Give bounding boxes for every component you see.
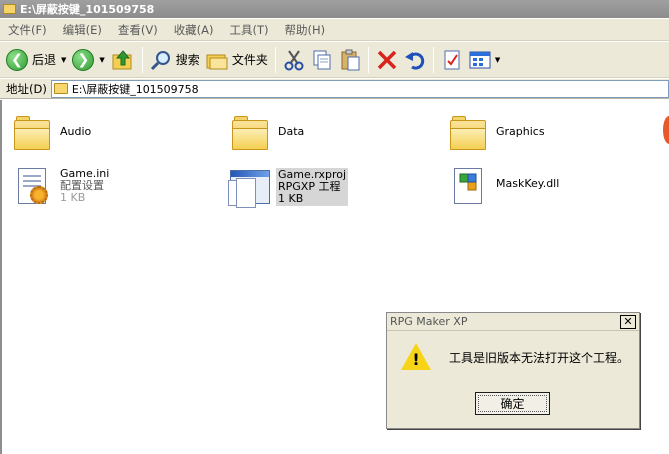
cut-icon — [284, 49, 304, 70]
list-item[interactable]: Game.ini 配置设置 1 KB — [10, 164, 109, 208]
dialog-body: ! 工具是旧版本无法打开这个工程。 — [387, 331, 639, 371]
settings-file-icon — [10, 164, 54, 208]
chevron-down-icon[interactable]: ▼ — [61, 56, 66, 64]
copy-button[interactable] — [308, 45, 336, 75]
folders-icon — [206, 54, 228, 69]
close-icon: ✕ — [623, 315, 633, 328]
file-name: Graphics — [496, 125, 545, 138]
file-size: 1 KB — [60, 191, 86, 204]
cut-button[interactable] — [280, 45, 308, 75]
folder-icon — [53, 83, 68, 94]
dialog-message: 工具是旧版本无法打开这个工程。 — [449, 350, 630, 365]
warning-icon: ! — [401, 343, 431, 371]
address-value: E:\屏蔽按键_101509758 — [71, 82, 199, 96]
folder-icon — [3, 4, 16, 14]
dialog-titlebar[interactable]: RPG Maker XP ✕ — [387, 313, 639, 331]
list-item[interactable]: Data — [228, 112, 304, 156]
address-label: 地址(D) — [6, 81, 47, 96]
list-item[interactable]: Graphics — [446, 112, 545, 156]
window-titlebar[interactable]: E:\屏蔽按键_101509758 — [0, 0, 669, 18]
folder-icon — [228, 112, 272, 156]
folder-icon — [10, 112, 54, 156]
views-button[interactable]: ▼ — [466, 45, 503, 75]
dialog-title: RPG Maker XP — [390, 315, 468, 328]
menu-edit[interactable]: 编辑(E) — [55, 20, 110, 40]
properties-button[interactable] — [438, 45, 466, 75]
toolbar-separator — [274, 46, 276, 73]
puzzle-icon — [459, 173, 477, 191]
back-label: 后退 — [32, 53, 57, 67]
error-dialog: RPG Maker XP ✕ ! 工具是旧版本无法打开这个工程。 确定 — [386, 312, 640, 429]
back-icon: ❮ — [6, 48, 28, 71]
copy-icon — [313, 50, 331, 69]
toolbar-separator — [432, 46, 434, 73]
views-icon — [469, 51, 491, 68]
menu-file[interactable]: 文件(F) — [0, 20, 55, 40]
ok-button[interactable]: 确定 — [475, 392, 550, 415]
partial-file-icon[interactable] — [663, 116, 669, 144]
forward-icon: ❯ — [72, 48, 95, 71]
window-title: E:\屏蔽按键_101509758 — [20, 3, 155, 16]
menu-view[interactable]: 查看(V) — [110, 20, 166, 40]
menu-tools[interactable]: 工具(T) — [222, 20, 277, 40]
chevron-down-icon[interactable]: ▼ — [495, 56, 500, 64]
properties-icon — [444, 50, 460, 69]
paste-button[interactable] — [336, 45, 364, 75]
paste-icon — [341, 49, 360, 70]
search-button[interactable]: 搜索 — [147, 45, 203, 75]
address-input[interactable]: E:\屏蔽按键_101509758 — [50, 79, 669, 98]
dll-file-icon — [446, 164, 490, 208]
file-name: Data — [278, 125, 305, 138]
project-file-icon — [226, 164, 270, 208]
search-icon — [150, 50, 170, 70]
back-button[interactable]: ❮ 后退 ▼ — [3, 45, 69, 75]
up-button[interactable] — [108, 45, 138, 75]
menu-help[interactable]: 帮助(H) — [277, 20, 334, 40]
file-name: Audio — [60, 125, 92, 138]
search-label: 搜索 — [175, 53, 200, 67]
undo-icon — [404, 51, 425, 70]
file-size: 1 KB — [278, 192, 304, 205]
menu-favorites[interactable]: 收藏(A) — [166, 20, 222, 40]
address-bar: 地址(D) E:\屏蔽按键_101509758 — [0, 79, 669, 99]
folder-icon — [446, 112, 490, 156]
forward-button[interactable]: ❯ ▼ — [69, 45, 107, 75]
undo-button[interactable] — [401, 45, 429, 75]
toolbar-separator — [141, 46, 143, 73]
toolbar-separator — [367, 46, 369, 73]
menu-bar: 文件(F) 编辑(E) 查看(V) 收藏(A) 工具(T) 帮助(H) — [0, 19, 669, 41]
folders-label: 文件夹 — [231, 53, 268, 67]
chevron-down-icon[interactable]: ▼ — [99, 56, 104, 64]
list-item[interactable]: Game.rxproj RPGXP 工程 1 KB — [226, 164, 349, 208]
close-button[interactable]: ✕ — [620, 314, 636, 329]
toolbar: ❮ 后退 ▼ ❯ ▼ 搜索 文件夹 ▼ — [0, 42, 669, 78]
file-name: MaskKey.dll — [496, 177, 560, 190]
up-folder-icon — [112, 49, 132, 69]
delete-button[interactable] — [373, 45, 401, 75]
ok-label: 确定 — [500, 397, 525, 411]
list-item[interactable]: Audio — [10, 112, 91, 156]
list-item[interactable]: MaskKey.dll — [446, 164, 559, 208]
delete-icon — [377, 50, 397, 69]
folders-button[interactable]: 文件夹 — [203, 45, 271, 75]
